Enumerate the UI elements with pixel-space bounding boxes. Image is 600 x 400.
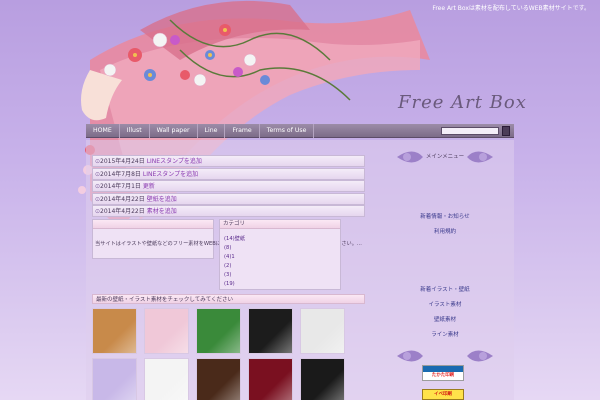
- gallery-title: 最新の壁紙・イラスト素材をチェックしてみてください: [92, 294, 365, 304]
- thumbnail-lavender-floral-wallpaper[interactable]: [92, 358, 137, 400]
- category-item[interactable]: (8): [224, 244, 340, 253]
- banner-text: たかた印刷: [431, 373, 455, 378]
- thumbnail-black-ribbon-wallpaper[interactable]: [144, 358, 189, 400]
- news-link[interactable]: LINEスタンプを追加: [147, 158, 202, 165]
- sidebar-banner[interactable]: イベ印刷: [422, 389, 464, 400]
- thumbnail-chocolate-wallpaper[interactable]: [196, 358, 241, 400]
- main-nav: HOME Illust Wall paper Line Frame Terms …: [86, 123, 514, 138]
- nav-illust[interactable]: Illust: [120, 123, 150, 138]
- sidebar: メインメニュー 新着情報・お知らせ 利用規約 新着イラスト・壁紙 イラスト素材 …: [385, 140, 505, 400]
- nav-terms[interactable]: Terms of Use: [260, 123, 315, 138]
- search-button[interactable]: [502, 126, 510, 136]
- news-item[interactable]: ⊙2014年4月22日 素材を追加: [92, 205, 365, 217]
- thumbnail-spider-web-wallpaper[interactable]: [300, 358, 345, 400]
- category-list: (14)壁紙 (8) (4)1 (2) (3) (19): [220, 229, 340, 289]
- sidebar-link[interactable]: 壁紙素材: [385, 315, 505, 323]
- sidebar-link[interactable]: イラスト素材: [385, 300, 505, 308]
- category-item[interactable]: (4)1: [224, 253, 340, 262]
- thumbnail-pink-floral-wallpaper[interactable]: [144, 308, 189, 354]
- sidebar-section-title: メインメニュー: [425, 154, 465, 160]
- nav-frame[interactable]: Frame: [225, 123, 260, 138]
- thumbnail-red-heart-wallpaper[interactable]: [248, 358, 293, 400]
- search-input[interactable]: [441, 127, 499, 135]
- thumbnail-green-frog-wallpaper[interactable]: [196, 308, 241, 354]
- news-date: 2014年7月8日: [100, 170, 141, 178]
- news-item[interactable]: ⊙2014年4月22日 壁紙を追加: [92, 192, 365, 205]
- category-item[interactable]: (14)壁紙: [224, 235, 340, 244]
- nav-home[interactable]: HOME: [86, 123, 120, 138]
- site-logo[interactable]: Free Art Box: [398, 92, 527, 113]
- site-tagline: Free Art Boxは素材を配布しているWEB素材サイトです。: [432, 5, 590, 12]
- news-list: ⊙2015年4月24日 LINEスタンプを追加 ⊙2014年7月8日 LINEス…: [92, 155, 365, 218]
- thumbnail-black-floral-wallpaper[interactable]: [248, 308, 293, 354]
- category-item[interactable]: (2): [224, 262, 340, 271]
- thumbnail-dog-photo[interactable]: [92, 308, 137, 354]
- category-title: カテゴリ: [220, 220, 340, 229]
- sidebar-link[interactable]: 新着イラスト・壁紙: [385, 285, 505, 293]
- news-link[interactable]: 壁紙を追加: [147, 196, 177, 203]
- intro-panel: [92, 219, 214, 259]
- news-item[interactable]: ⊙2014年7月8日 LINEスタンプを追加: [92, 167, 365, 180]
- category-item[interactable]: (3): [224, 271, 340, 280]
- category-item[interactable]: (19): [224, 280, 340, 289]
- banner-text: イベ印刷: [434, 392, 452, 397]
- news-date: 2015年4月24日: [100, 158, 145, 165]
- news-date: 2014年7月1日: [100, 183, 141, 190]
- sidebar-banner[interactable]: たかた印刷: [422, 365, 464, 381]
- news-date: 2014年4月22日: [100, 208, 145, 215]
- news-item[interactable]: ⊙2014年7月1日 更新: [92, 180, 365, 192]
- news-item[interactable]: ⊙2015年4月24日 LINEスタンプを追加: [92, 155, 365, 167]
- category-panel: カテゴリ (14)壁紙 (8) (4)1 (2) (3) (19): [219, 219, 341, 290]
- intro-panel-header: [93, 220, 213, 229]
- sidebar-link[interactable]: 利用規約: [385, 227, 505, 235]
- news-date: 2014年4月22日: [100, 195, 145, 203]
- nav-wallpaper[interactable]: Wall paper: [150, 123, 198, 138]
- news-link[interactable]: 更新: [143, 183, 155, 190]
- thumbnail-cow-pattern-wallpaper[interactable]: [300, 308, 345, 354]
- nav-line[interactable]: Line: [198, 123, 226, 138]
- sidebar-link[interactable]: 新着情報・お知らせ: [385, 212, 505, 220]
- news-link[interactable]: 素材を追加: [147, 208, 177, 215]
- sidebar-link[interactable]: ライン素材: [385, 330, 505, 338]
- news-link[interactable]: LINEスタンプを追加: [143, 171, 198, 178]
